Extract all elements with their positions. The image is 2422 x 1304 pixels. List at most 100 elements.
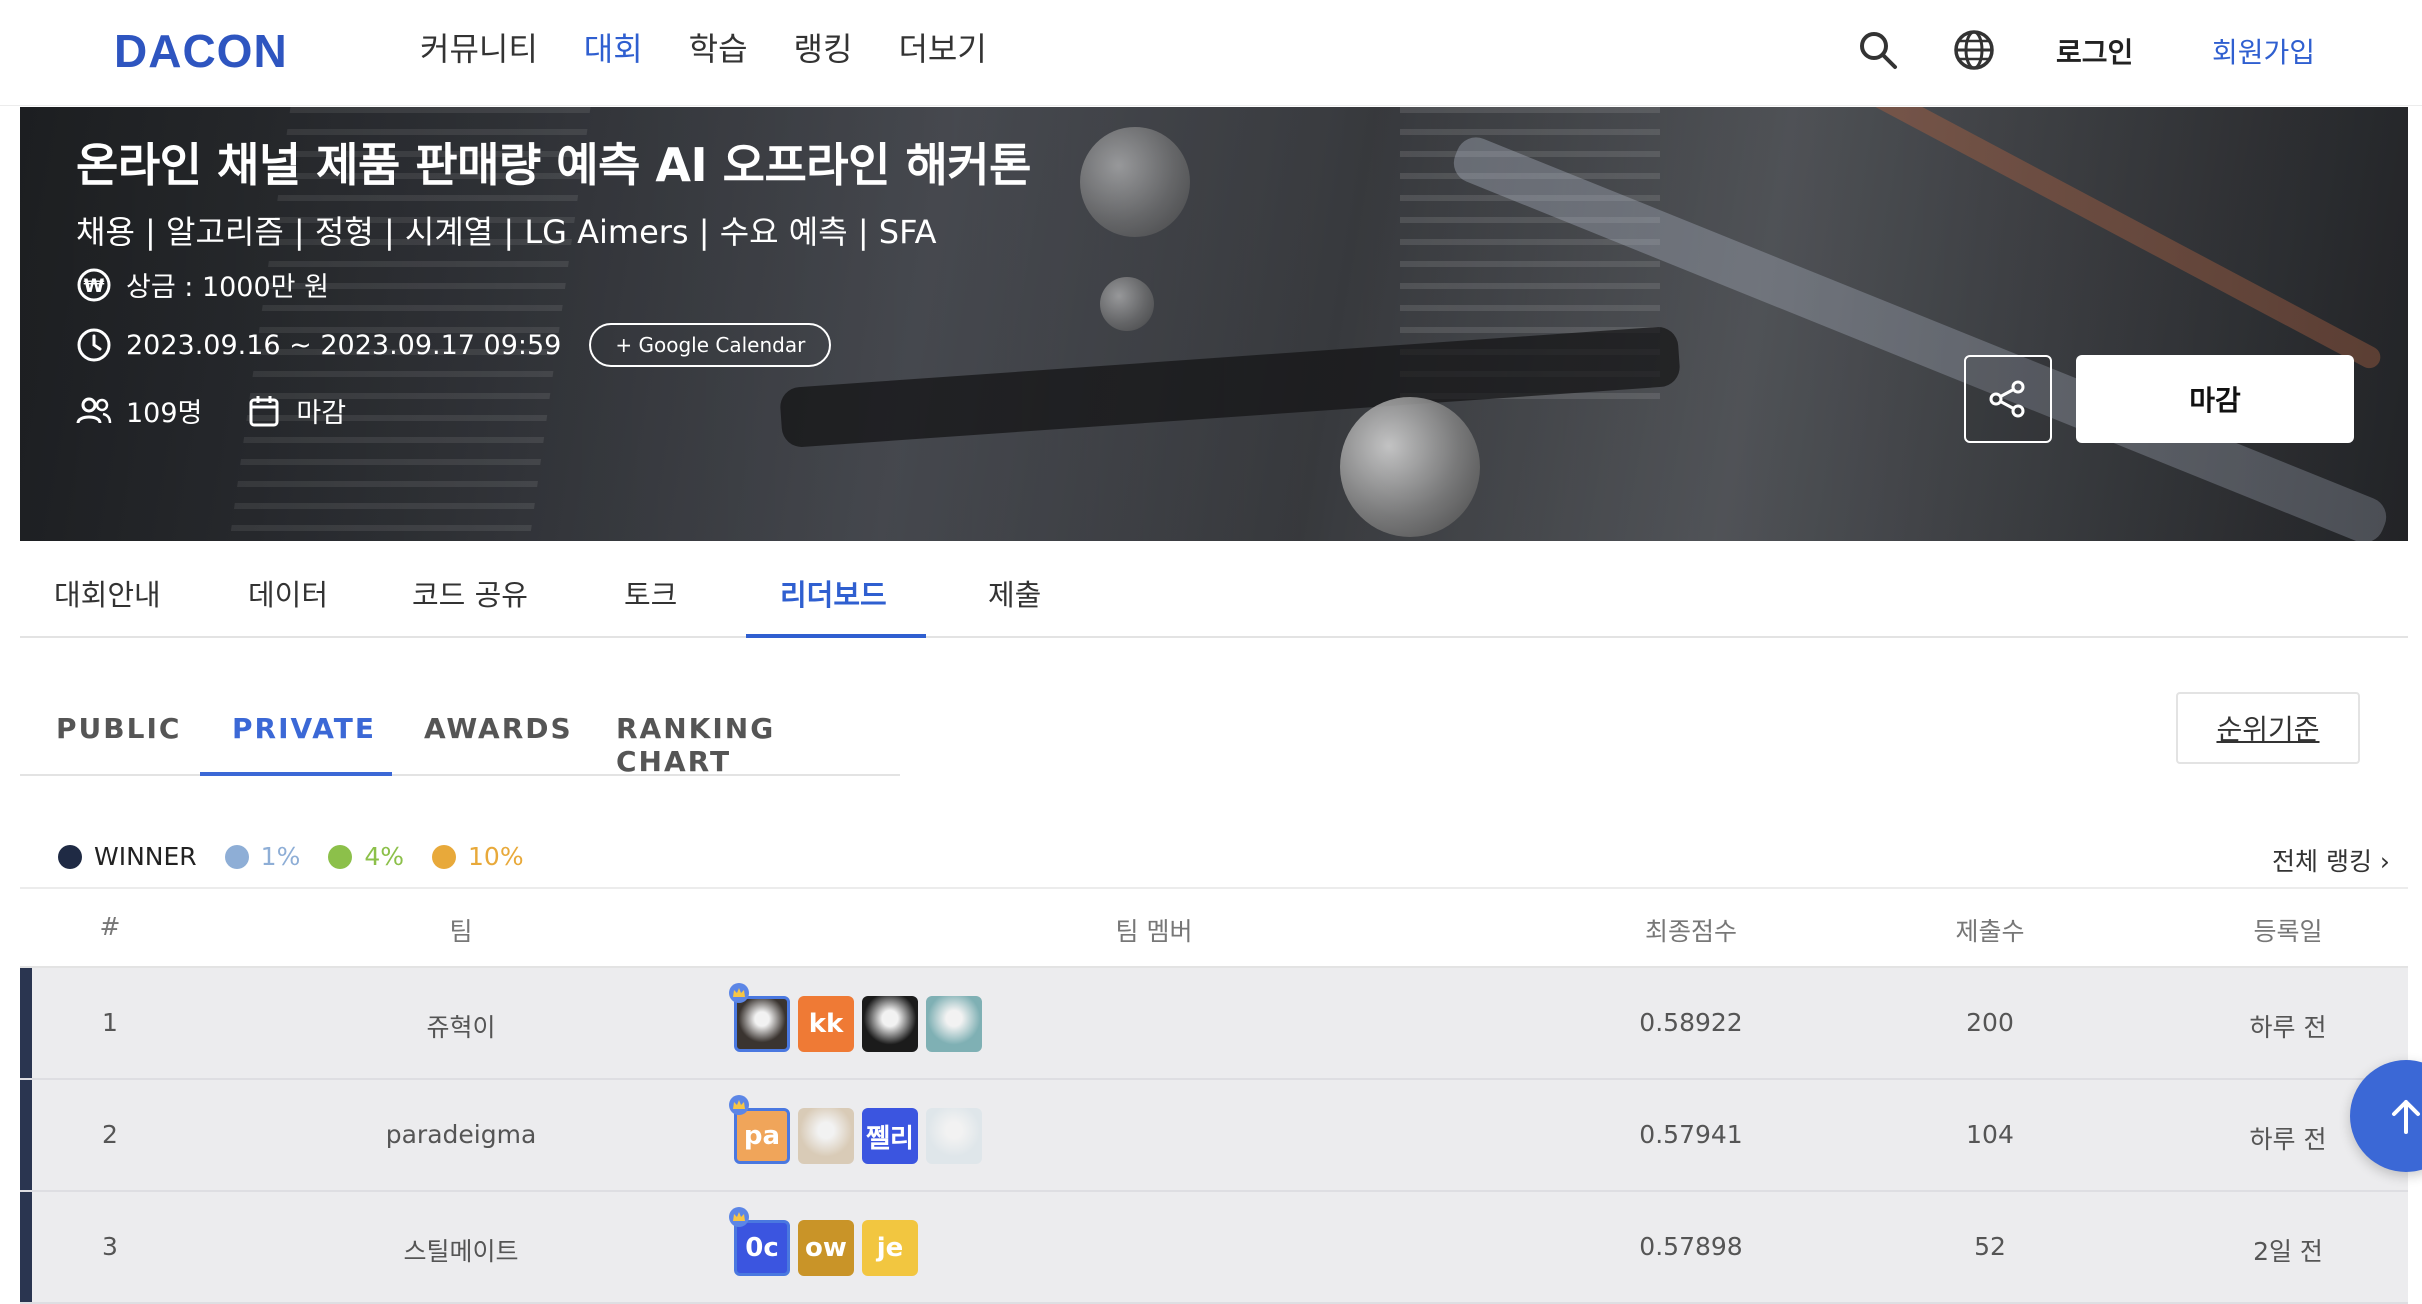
tier-legend: WINNER 1% 4% 10%	[58, 842, 552, 871]
table-row[interactable]: 1 쥬혁이 0.58922 200 하루 전 kk	[20, 968, 2408, 1080]
period-row: 2023.09.16 ~ 2023.09.17 09:59 + Google C…	[76, 323, 832, 367]
prize-text: 상금 : 1000만 원	[126, 272, 329, 303]
svg-text:₩: ₩	[84, 275, 105, 297]
main-nav: 커뮤니티 대회 학습 랭킹 더보기	[420, 26, 1033, 72]
member-avatar[interactable]: je	[862, 1220, 918, 1276]
winner-indicator-bar	[20, 1080, 32, 1190]
submissions-cell: 52	[1974, 1232, 2006, 1261]
crown-icon	[729, 983, 749, 1003]
score-cell: 0.58922	[1639, 1008, 1743, 1037]
submissions-cell: 104	[1966, 1120, 2014, 1149]
google-calendar-button[interactable]: + Google Calendar	[589, 323, 832, 367]
legend-top-1: 1%	[224, 842, 300, 871]
clock-icon	[77, 328, 111, 362]
winner-indicator-bar	[20, 1192, 32, 1302]
crown-icon	[729, 1095, 749, 1115]
nav-item-ranking[interactable]: 랭킹	[794, 26, 853, 72]
won-coin-icon: ₩	[77, 268, 111, 301]
member-avatar[interactable]	[926, 1108, 982, 1164]
team-leader-avatar[interactable]: 0c	[729, 1207, 790, 1276]
closed-status-button[interactable]: 마감	[2076, 355, 2354, 443]
table-row[interactable]: 3 스틸메이트 0.57898 52 2일 전 0c ow je	[20, 1192, 2408, 1304]
tab-ranking-chart[interactable]: RANKING CHART	[616, 712, 900, 778]
team-members: pa 쩰리	[729, 1095, 990, 1164]
arrow-up-icon	[2392, 1100, 2420, 1134]
crown-icon	[729, 1207, 749, 1227]
tab-private[interactable]: PRIVATE	[232, 712, 376, 745]
globe-icon[interactable]	[1952, 28, 1996, 72]
competition-tags: 채용 | 알고리즘 | 정형 | 시계열 | LG Aimers | 수요 예측…	[76, 213, 937, 251]
legend-top-10: 10%	[432, 842, 524, 871]
tab-data[interactable]: 데이터	[248, 572, 328, 614]
legend-winner: WINNER	[58, 842, 197, 871]
tab-talk[interactable]: 토크	[624, 572, 677, 614]
table-row[interactable]: 2 paradeigma 0.57941 104 하루 전 pa 쩰리	[20, 1080, 2408, 1192]
member-avatar[interactable]: 쩰리	[862, 1108, 918, 1164]
tab-code-share[interactable]: 코드 공유	[412, 572, 528, 614]
avatar-initials: 0c	[745, 1233, 779, 1263]
ranking-criteria-button[interactable]: 순위기준	[2176, 692, 2360, 764]
member-avatar[interactable]: ow	[798, 1220, 854, 1276]
rank-cell: 3	[102, 1232, 118, 1261]
nav-item-community[interactable]: 커뮤니티	[420, 26, 538, 72]
avatar-initials: pa	[743, 1121, 781, 1151]
share-icon	[1989, 380, 2025, 418]
table-top-border	[20, 887, 2408, 889]
legend-top-4: 4%	[328, 842, 404, 871]
column-header-submissions: 제출수	[1955, 917, 2025, 946]
column-header-team: 팀	[449, 917, 473, 946]
member-avatar[interactable]	[862, 996, 918, 1052]
active-subtab-indicator	[200, 772, 392, 776]
nav-item-competitions[interactable]: 대회	[584, 26, 643, 72]
legend-dot	[432, 844, 457, 869]
team-name-cell[interactable]: paradeigma	[386, 1120, 537, 1149]
competition-title: 온라인 채널 제품 판매량 예측 AI 오프라인 해커톤	[76, 138, 1031, 192]
team-leader-avatar[interactable]	[729, 983, 790, 1052]
team-leader-avatar[interactable]: pa	[729, 1095, 790, 1164]
legend-dot	[224, 844, 249, 869]
period-text: 2023.09.16 ~ 2023.09.17 09:59	[126, 329, 562, 361]
team-members: kk	[729, 983, 990, 1052]
member-avatar[interactable]	[926, 996, 982, 1052]
calendar-icon	[249, 395, 279, 426]
registered-cell: 하루 전	[2249, 1125, 2327, 1154]
participants-count: 109명	[126, 398, 203, 429]
column-header-rank: #	[99, 912, 121, 941]
rank-cell: 2	[102, 1120, 118, 1149]
registered-cell: 2일 전	[2253, 1237, 2323, 1266]
competition-status: 마감	[296, 398, 347, 429]
avatar-initials: ow	[805, 1233, 847, 1263]
rank-cell: 1	[102, 1008, 118, 1037]
column-header-score: 최종점수	[1644, 917, 1738, 946]
tab-awards[interactable]: AWARDS	[424, 712, 573, 745]
team-members: 0c ow je	[729, 1207, 926, 1276]
avatar-initials: je	[876, 1233, 904, 1263]
full-ranking-link[interactable]: 전체 랭킹 ›	[2272, 842, 2390, 878]
nav-item-learning[interactable]: 학습	[689, 26, 748, 72]
member-avatar[interactable]: kk	[798, 996, 854, 1052]
score-cell: 0.57941	[1639, 1120, 1743, 1149]
winner-indicator-bar	[20, 968, 32, 1078]
dacon-logo[interactable]: DACON	[114, 24, 288, 78]
top-navigation-bar: DACON 커뮤니티 대회 학습 랭킹 더보기 로그인 회원가입	[0, 0, 2422, 106]
tab-overview[interactable]: 대회안내	[54, 572, 161, 614]
prize-row: ₩ 상금 : 1000만 원	[76, 265, 329, 304]
search-icon[interactable]	[1856, 28, 1900, 72]
stats-row: 109명 마감	[76, 391, 346, 430]
legend-dot	[58, 844, 82, 869]
registered-cell: 하루 전	[2249, 1013, 2327, 1042]
team-name-cell[interactable]: 쥬혁이	[426, 1008, 495, 1044]
tab-leaderboard[interactable]: 리더보드	[780, 572, 887, 614]
nav-item-more[interactable]: 더보기	[898, 26, 986, 72]
leaderboard-tabs: PUBLIC PRIVATE AWARDS RANKING CHART	[20, 690, 900, 778]
tab-submit[interactable]: 제출	[988, 572, 1041, 614]
signup-link[interactable]: 회원가입	[2212, 31, 2315, 71]
login-link[interactable]: 로그인	[2056, 31, 2133, 71]
column-header-members: 팀 멤버	[1115, 917, 1193, 946]
team-name-cell[interactable]: 스틸메이트	[403, 1232, 518, 1268]
share-button[interactable]	[1964, 355, 2052, 443]
member-avatar[interactable]	[798, 1108, 854, 1164]
tab-public[interactable]: PUBLIC	[56, 712, 181, 745]
active-tab-indicator	[746, 634, 926, 638]
competition-tabs: 대회안내 데이터 코드 공유 토크 리더보드 제출	[20, 542, 2408, 638]
